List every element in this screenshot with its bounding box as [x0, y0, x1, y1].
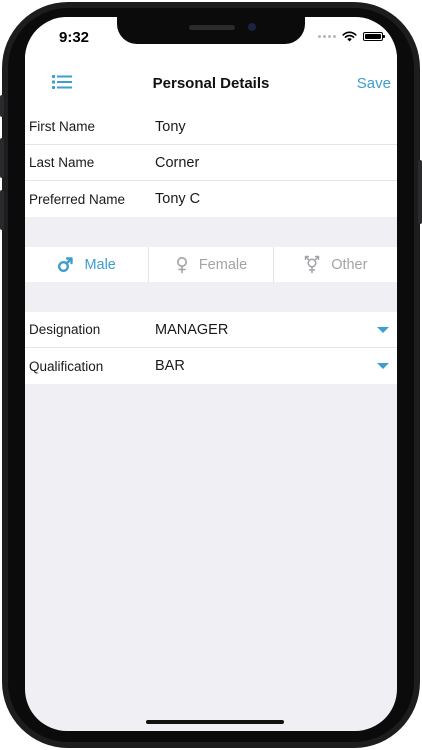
qualification-row[interactable]: Qualification BAR	[25, 348, 397, 384]
name-fields-group: First Name Tony Last Name Corner Preferr…	[25, 109, 397, 217]
last-name-row[interactable]: Last Name Corner	[25, 145, 397, 181]
picker-fields-group: Designation MANAGER Qualification BAR	[25, 312, 397, 384]
signal-icon	[318, 35, 336, 38]
gender-option-female[interactable]: Female	[149, 247, 274, 282]
qualification-label: Qualification	[29, 358, 104, 374]
last-name-label: Last Name	[29, 155, 95, 170]
designation-row[interactable]: Designation MANAGER	[25, 312, 397, 348]
last-name-field[interactable]: Corner	[155, 155, 199, 171]
volume-down-button	[0, 190, 4, 230]
mute-switch	[0, 95, 4, 117]
caret-down-icon[interactable]	[377, 327, 389, 333]
transgender-symbol-icon	[304, 255, 320, 274]
gender-label-female: Female	[198, 256, 248, 273]
preferred-name-row[interactable]: Preferred Name Tony C	[25, 181, 397, 217]
gender-segmented-control: Male Female Other	[25, 247, 397, 282]
wifi-icon	[342, 31, 357, 42]
notch	[117, 17, 305, 44]
female-symbol-icon	[176, 256, 187, 273]
designation-label: Designation	[29, 322, 101, 337]
preferred-name-field[interactable]: Tony C	[155, 191, 200, 207]
preferred-name-label: Preferred Name	[29, 191, 126, 207]
home-indicator[interactable]	[146, 720, 284, 724]
speaker-grille	[189, 25, 235, 30]
status-icons	[318, 31, 385, 42]
gender-option-other[interactable]: Other	[274, 247, 397, 282]
front-camera	[248, 23, 256, 31]
volume-up-button	[0, 138, 4, 178]
first-name-label: First Name	[29, 119, 96, 134]
first-name-field[interactable]: Tony	[155, 119, 186, 135]
first-name-row[interactable]: First Name Tony	[25, 109, 397, 145]
navigation-bar: Personal Details Save	[25, 57, 397, 111]
qualification-picker-value[interactable]: BAR	[155, 358, 185, 374]
caret-down-icon[interactable]	[377, 363, 389, 369]
designation-picker-value[interactable]: MANAGER	[155, 322, 228, 338]
gender-label-male: Male	[84, 256, 116, 273]
page-title: Personal Details	[152, 75, 270, 92]
male-symbol-icon	[58, 257, 74, 273]
battery-icon	[363, 32, 385, 41]
gender-option-male[interactable]: Male	[25, 247, 150, 282]
save-button[interactable]: Save	[357, 75, 391, 92]
screen: 9:32 Personal Details Save First Name To…	[25, 17, 397, 731]
power-button	[418, 160, 422, 224]
status-time: 9:32	[59, 29, 90, 46]
gender-label-other: Other	[331, 256, 368, 273]
